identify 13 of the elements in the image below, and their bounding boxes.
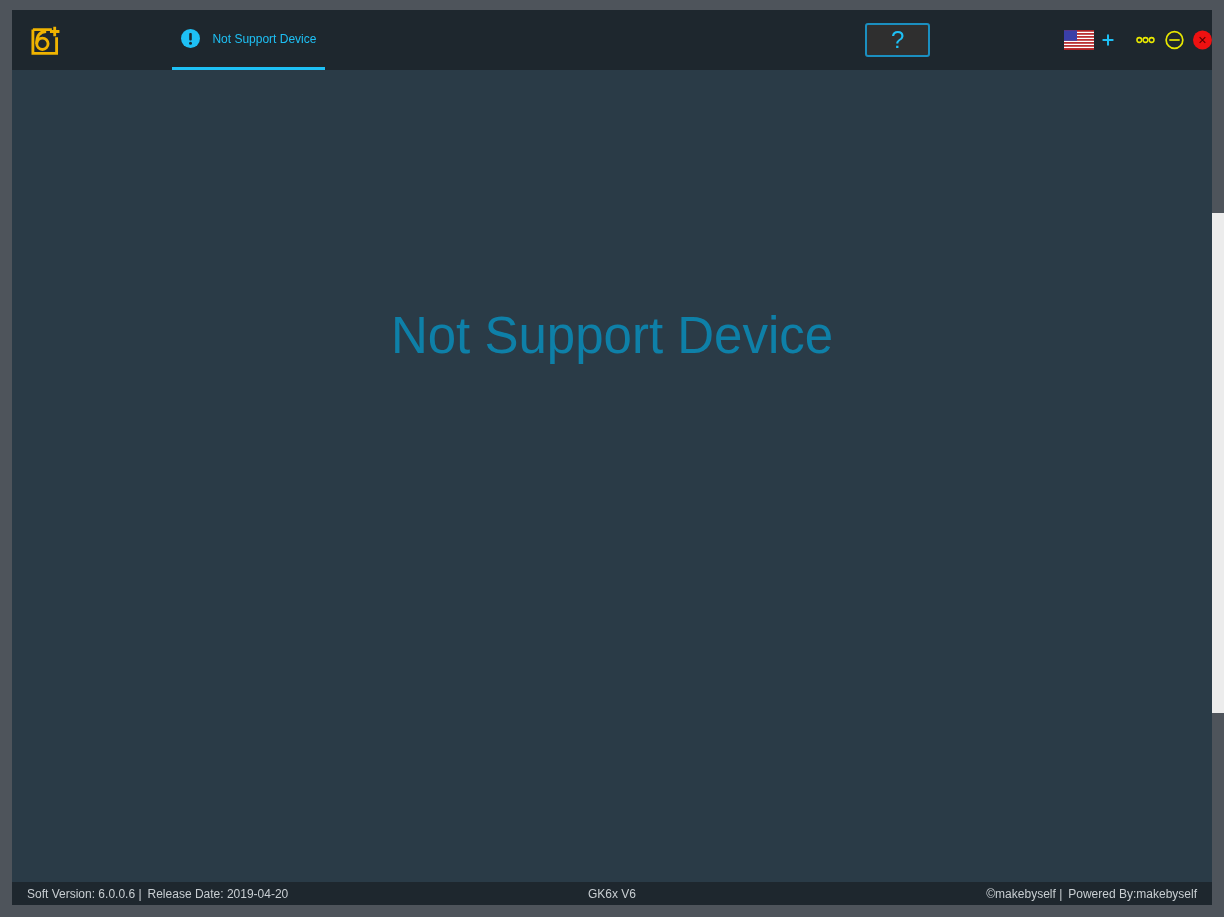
close-icon[interactable]	[1193, 30, 1212, 50]
logo-icon	[31, 24, 61, 56]
status-text: ©makebyself |	[986, 885, 1063, 903]
device-name: GK6x V6	[588, 885, 636, 903]
help-button[interactable]: ?	[865, 23, 931, 57]
status-text: Release Date: 2019-04-20	[147, 885, 289, 903]
tab[interactable]: Not Support Device	[172, 10, 326, 70]
more-icon[interactable]	[1136, 36, 1156, 44]
status-text: Soft Version: 6.0.0.6 |	[27, 885, 142, 903]
minimize-icon[interactable]	[1165, 30, 1185, 50]
status-text: Powered By:makebyself	[1068, 885, 1197, 903]
alert-icon	[181, 29, 201, 48]
flag-icon[interactable]	[1064, 30, 1095, 50]
